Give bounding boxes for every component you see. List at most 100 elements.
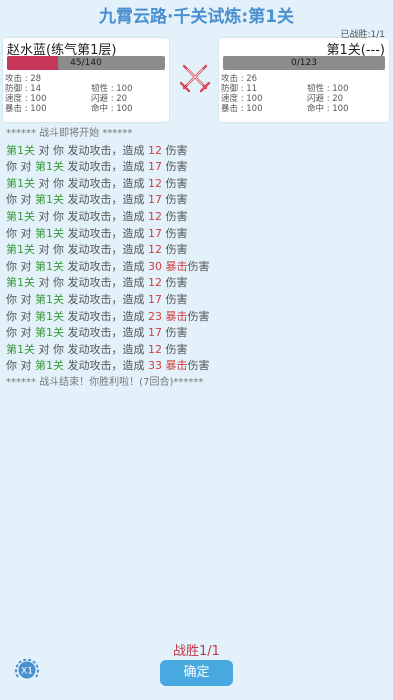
log-damage: 12	[148, 209, 162, 223]
log-attacker: 第1关	[6, 176, 35, 190]
stat-value: 防御 : 11	[221, 84, 258, 94]
stat-value: 闪避 : 20	[307, 94, 344, 104]
confirm-button[interactable]: 确定	[160, 660, 233, 686]
stat-value: 暴击 : 100	[5, 104, 47, 114]
log-word: 对	[35, 143, 53, 157]
stat-row: 防御 : 14 韧性 : 100	[5, 84, 167, 94]
log-target: 第1关	[35, 193, 64, 207]
enemy-card: 第1关(---) 0/123 攻击 : 26 防御 : 11 韧性 : 100 速度 …	[219, 38, 389, 122]
log-target: 你	[53, 276, 64, 290]
log-attacker: 你	[6, 326, 17, 340]
stat-value: 闪避 : 20	[91, 94, 128, 104]
log-start: ****** 战斗即将开始 ******	[6, 128, 133, 139]
log-attacker: 你	[6, 309, 17, 323]
log-word: 发动攻击，造成	[64, 276, 148, 290]
log-word: 伤害	[187, 259, 210, 273]
log-word: 对	[17, 309, 35, 323]
log-entry: 你 对 第1关 发动攻击，造成 33 暴击伤害	[6, 358, 386, 375]
log-damage: 17	[148, 193, 162, 207]
log-word: 对	[17, 160, 35, 174]
log-target: 你	[53, 342, 64, 356]
player-stats: 攻击 : 28 防御 : 14 韧性 : 100 速度 : 100 闪避 : 20 暴击 …	[5, 74, 167, 114]
stat-value: 攻击 : 28	[5, 74, 42, 84]
log-damage: 17	[148, 292, 162, 306]
stat-value: 命中 : 100	[91, 104, 133, 114]
player-hp-text: 45/140	[70, 58, 102, 68]
log-damage: 17	[148, 160, 162, 174]
log-word: 发动攻击，造成	[64, 176, 148, 190]
stat-row: 速度 : 100 闪避 : 20	[221, 94, 387, 104]
log-word: 伤害	[165, 326, 188, 340]
log-attacker: 你	[6, 359, 17, 373]
enemy-hp-text: 0/123	[291, 58, 317, 68]
log-word: 伤害	[187, 359, 210, 373]
log-word: 对	[17, 226, 35, 240]
log-target: 你	[53, 243, 64, 257]
log-entry: 你 对 第1关 发动攻击，造成 17 伤害	[6, 226, 386, 243]
stat-row: 攻击 : 28	[5, 74, 167, 84]
log-entry: 你 对 第1关 发动攻击，造成 30 暴击伤害	[6, 259, 386, 276]
log-target: 第1关	[35, 292, 64, 306]
log-target: 第1关	[35, 359, 64, 373]
stat-row: 攻击 : 26	[221, 74, 387, 84]
log-entry: 第1关 对 你 发动攻击，造成 12 伤害	[6, 209, 386, 226]
log-word: 对	[17, 326, 35, 340]
log-attacker: 你	[6, 259, 17, 273]
log-word: 伤害	[165, 143, 188, 157]
log-entry: 第1关 对 你 发动攻击，造成 12 伤害	[6, 342, 386, 359]
log-entry: 你 对 第1关 发动攻击，造成 17 伤害	[6, 192, 386, 209]
log-word: 发动攻击，造成	[64, 342, 148, 356]
log-word: 发动攻击，造成	[64, 209, 148, 223]
log-word: 发动攻击，造成	[64, 309, 148, 323]
log-attacker: 你	[6, 292, 17, 306]
log-word: 发动攻击，造成	[64, 226, 148, 240]
log-word: 对	[35, 276, 53, 290]
speed-label: X1	[21, 667, 33, 677]
log-word: 伤害	[165, 276, 188, 290]
log-word: 伤害	[165, 243, 188, 257]
log-word: 伤害	[165, 226, 188, 240]
log-word: 发动攻击，造成	[64, 292, 148, 306]
log-word: 对	[17, 292, 35, 306]
log-target: 你	[53, 176, 64, 190]
log-end: ****** 战斗结束！你胜利啦！(7回合)******	[6, 376, 204, 388]
log-word: 伤害	[187, 309, 210, 323]
log-word: 发动攻击，造成	[64, 359, 148, 373]
page-title: 九霄云路·千关试炼:第1关	[98, 7, 295, 27]
log-crit: 暴击	[165, 309, 188, 323]
log-word: 对	[17, 193, 35, 207]
log-target: 你	[53, 143, 64, 157]
stat-row: 暴击 : 100 命中 : 100	[5, 104, 167, 114]
enemy-hp-bar: 0/123	[223, 56, 385, 70]
log-entry: 你 对 第1关 发动攻击，造成 23 暴击伤害	[6, 309, 386, 326]
log-entry: 第1关 对 你 发动攻击，造成 12 伤害	[6, 143, 386, 160]
stat-row: 防御 : 11 韧性 : 100	[221, 84, 387, 94]
log-damage: 17	[148, 326, 162, 340]
log-entry: 你 对 第1关 发动攻击，造成 17 伤害	[6, 325, 386, 342]
log-target: 你	[53, 209, 64, 223]
stat-value: 速度 : 100	[5, 94, 47, 104]
log-target: 第1关	[35, 326, 64, 340]
stat-value: 攻击 : 26	[221, 74, 258, 84]
log-damage: 30	[148, 259, 162, 273]
battle-log: ****** 战斗即将开始 ****** 第1关 对 你 发动攻击，造成 12 伤…	[6, 126, 386, 392]
player-hp-bar: 45/140	[7, 56, 165, 70]
log-damage: 17	[148, 226, 162, 240]
victory-text: 战胜1/1	[173, 644, 220, 659]
log-crit: 暴击	[165, 259, 188, 273]
log-word: 伤害	[165, 292, 188, 306]
log-damage: 33	[148, 359, 162, 373]
log-word: 发动攻击，造成	[64, 243, 148, 257]
log-word: 发动攻击，造成	[64, 259, 148, 273]
log-damage: 12	[148, 276, 162, 290]
log-entry: 你 对 第1关 发动攻击，造成 17 伤害	[6, 159, 386, 176]
log-target: 第1关	[35, 259, 64, 273]
log-word: 伤害	[165, 176, 188, 190]
log-word: 伤害	[165, 193, 188, 207]
log-word: 伤害	[165, 342, 188, 356]
log-word: 发动攻击，造成	[64, 143, 148, 157]
log-damage: 12	[148, 243, 162, 257]
log-word: 对	[35, 243, 53, 257]
speed-x1-icon[interactable]: X1	[12, 655, 42, 685]
stat-value: 韧性 : 100	[307, 84, 349, 94]
